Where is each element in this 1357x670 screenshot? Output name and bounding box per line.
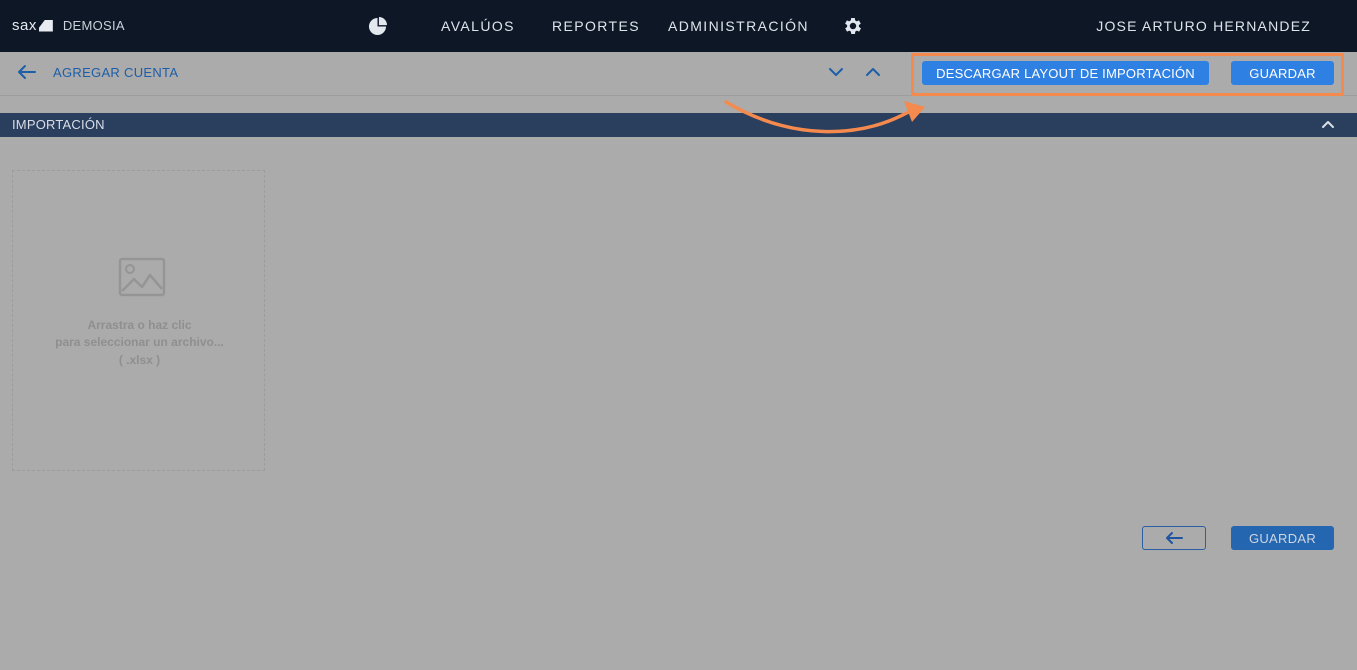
highlight-box — [911, 53, 1344, 96]
top-navbar: sax DEMOSIA AVALÚOS REPORTES ADMINISTRAC… — [0, 0, 1357, 52]
brand-name: DEMOSIA — [62, 18, 125, 33]
nav-reportes[interactable]: REPORTES — [552, 18, 640, 34]
arrow-left-icon — [1166, 532, 1183, 544]
back-button-bottom[interactable] — [1142, 526, 1206, 550]
page-title: AGREGAR CUENTA — [53, 64, 179, 80]
dropzone-line-3: ( .xlsx ) — [118, 353, 161, 367]
dropzone-line-1: Arrastra o haz clic — [87, 318, 192, 332]
gear-icon[interactable] — [842, 15, 864, 37]
user-name[interactable]: JOSE ARTURO HERNANDEZ — [1096, 18, 1311, 34]
section-header-importacion[interactable]: IMPORTACIÓN — [0, 113, 1357, 137]
nav-administracion[interactable]: ADMINISTRACIÓN — [668, 18, 809, 34]
chevron-up-icon[interactable] — [1321, 117, 1335, 131]
brand-mark-icon — [38, 19, 53, 32]
image-icon — [118, 257, 166, 297]
save-button-bottom[interactable]: GUARDAR — [1231, 526, 1334, 550]
arrow-left-icon — [18, 65, 36, 79]
dropzone-line-2: para seleccionar un archivo... — [55, 335, 224, 349]
pie-chart-icon[interactable] — [368, 17, 387, 36]
chevron-down-icon[interactable] — [828, 64, 844, 80]
brand-logo: sax — [12, 17, 53, 34]
nav-avaluos[interactable]: AVALÚOS — [441, 18, 515, 34]
chevron-up-icon[interactable] — [865, 64, 881, 80]
file-dropzone[interactable]: Arrastra o haz clic para seleccionar un … — [12, 170, 265, 471]
brand[interactable]: sax DEMOSIA — [12, 17, 125, 34]
back-button[interactable]: AGREGAR CUENTA — [17, 64, 178, 80]
section-title: IMPORTACIÓN — [12, 117, 105, 132]
